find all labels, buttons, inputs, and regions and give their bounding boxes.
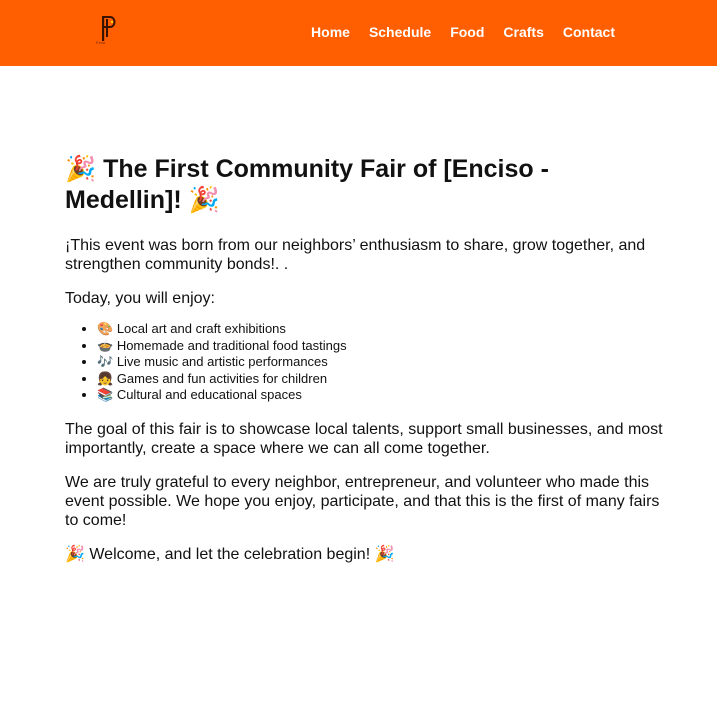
thanks-paragraph: We are truly grateful to every neighbor,… <box>65 473 660 529</box>
logo-caption: Feria <box>96 40 106 45</box>
list-item-text: Live music and artistic performances <box>116 354 328 369</box>
enjoy-heading: Today, you will enjoy: <box>65 290 215 307</box>
main-content: 🎉 The First Community Fair of [Enciso - … <box>65 154 665 579</box>
list-item: 🎨 Local art and craft exhibitions <box>97 321 665 338</box>
nav-link-contact[interactable]: Contact <box>563 24 615 41</box>
list-item-text: Local art and craft exhibitions <box>116 321 286 336</box>
nav-link-home[interactable]: Home <box>311 24 350 41</box>
goal-paragraph: The goal of this fair is to showcase loc… <box>65 420 663 457</box>
list-item-text: Games and fun activities for children <box>116 370 328 386</box>
list-item: 🎶 Live music and artistic performances <box>97 354 665 371</box>
list-item: 👧 Games and fun activities for children <box>97 371 665 388</box>
books-icon: 📚 <box>97 388 114 403</box>
child-icon: 👧 <box>97 371 114 387</box>
site-header: Feria Home Schedule Food Crafts Contact <box>0 0 717 66</box>
page-title: 🎉 The First Community Fair of [Enciso - … <box>65 155 549 214</box>
nav-link-schedule[interactable]: Schedule <box>369 24 431 41</box>
list-item: 🍲 Homemade and traditional food tastings <box>97 338 665 355</box>
activities-list: 🎨 Local art and craft exhibitions 🍲 Home… <box>65 321 665 404</box>
intro-paragraph: ¡This event was born from our neighbors’… <box>65 237 646 273</box>
closing-line: 🎉 Welcome, and let the celebration begin… <box>65 545 395 563</box>
nav-link-crafts[interactable]: Crafts <box>503 24 543 41</box>
music-notes-icon: 🎶 <box>97 355 114 370</box>
nav-link-food[interactable]: Food <box>450 24 484 41</box>
palette-icon: 🎨 <box>97 322 114 337</box>
list-item-text: Homemade and traditional food tastings <box>116 337 347 353</box>
food-bowl-icon: 🍲 <box>97 338 114 354</box>
list-item-text: Cultural and educational spaces <box>116 387 302 402</box>
main-nav: Home Schedule Food Crafts Contact <box>311 24 615 41</box>
list-item: 📚 Cultural and educational spaces <box>97 387 665 404</box>
